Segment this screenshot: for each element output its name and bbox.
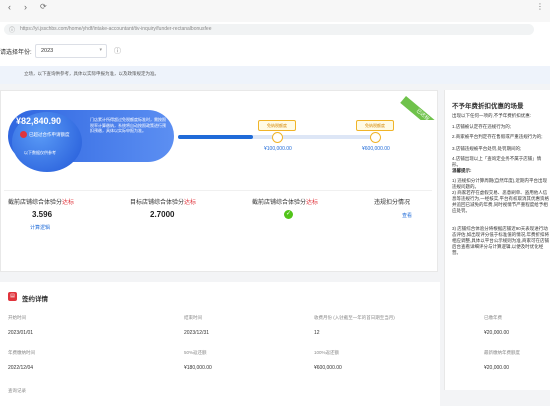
calc-logic-link[interactable]: 计算逻辑 [30, 224, 50, 231]
rules-title: 不予年费折扣优惠的场景 [452, 103, 524, 110]
rule-line: 3.店铺违规被平台处罚,处罚期间的; [452, 146, 522, 151]
note-line: 3) 店铺综合体验分将根据店铺近90天表现进行动态评估,如出现评分低于标准值的情… [452, 226, 549, 255]
metric-title-status: 达标 [62, 200, 75, 206]
metric-current-experience: 截前店铺综合体验分达标 [8, 197, 74, 206]
threshold-chip-1: 免纳税额度 [258, 120, 296, 131]
back-icon[interactable]: ‹ [8, 2, 11, 12]
browser-tabbar [0, 0, 550, 22]
note-line: 2) 商家若存在虚假交易、恶意刷单、盗用他人信息等违规行为,一经核实,平台有权取… [452, 190, 549, 213]
view-violations-link[interactable]: 查看 [402, 212, 412, 219]
metric-title: 截前店铺综合体验分 [8, 200, 63, 206]
rule-line: 2.商家被平台判定存在售假或严重违规行为的; [452, 134, 543, 139]
contract-label: 开始时间 [8, 315, 26, 320]
url-text: https://yi.jsschbs.com/home/yhdf/intake-… [20, 26, 212, 32]
metric-title-status: 达标 [306, 200, 319, 206]
note-line: 1) 违规扣分计算周期(自然年度),近期内平台出现违规问题的。 [452, 178, 547, 189]
refresh-icon[interactable]: ⟳ [40, 2, 47, 11]
contract-label: 已缴年费 [484, 315, 502, 320]
contract-label: 结束时间 [184, 315, 202, 320]
contract-value: 2022/12/04 [8, 365, 34, 371]
summary-description: 门店累计所得超过免税额度标准时，需按照税率计算缴纳，系统将自动按照政策进行预扣预… [90, 117, 166, 133]
notice-text: 立场，以下查询供参考，具体以实际申报为准，以及政策规定为准。 [24, 71, 159, 76]
contract-details-card [0, 282, 440, 406]
rule-line: 1.店铺被认定存在违规行为的; [452, 124, 512, 129]
contract-value: ¥600,000.00 [314, 365, 342, 371]
metric-violations: 违规扣分情况 [374, 197, 410, 206]
contract-label: 50%返还额 [184, 350, 207, 355]
contract-label: 收费月份 (入驻截至一年的首日期至当月) [314, 315, 395, 320]
threshold-value-1: ¥100,000.00 [264, 146, 292, 152]
metric-result: 截前店铺综合体验分达标 [252, 197, 318, 206]
contract-value: 2023/12/31 [184, 330, 210, 336]
chevron-down-icon: ▾ [99, 47, 102, 53]
contract-title: 签约详情 [22, 296, 48, 303]
total-amount: ¥82,840.90 [16, 116, 62, 126]
year-filter-label: 请选择年份: [0, 50, 32, 56]
contract-label: 年费缴纳时间 [8, 350, 35, 355]
small-note: 以下数据仅供参考 [24, 150, 56, 155]
info-icon[interactable]: ⓘ [114, 46, 121, 56]
threshold-chip-2: 免纳税额度 [356, 120, 394, 131]
rule-line: 出现以下任何一项的,不予年费折扣优惠: [452, 113, 531, 118]
contract-value: 12 [314, 330, 320, 336]
browser-menu-icon[interactable]: ⋮ [536, 2, 544, 11]
threshold-marker-2 [370, 132, 381, 143]
card-divider [4, 190, 432, 191]
metric-target-experience: 目标店铺综合体验分达标 [130, 197, 196, 206]
metric-value: 2.7000 [150, 210, 175, 219]
status-ribbon: 已达标 [400, 90, 436, 120]
alert-dot-icon [20, 131, 27, 138]
contract-label: 最新缴纳年费额度 [484, 350, 520, 355]
contract-label: 100%返还额 [314, 350, 340, 355]
contract-value: 2023/01/01 [8, 330, 34, 336]
contract-icon: ▤ [8, 292, 17, 301]
year-select[interactable]: 2023 ▾ [35, 44, 107, 58]
year-select-value: 2023 [41, 48, 54, 54]
query-records-link[interactable]: 查询记录 [8, 388, 26, 394]
status-ribbon-text: 已达标 [400, 96, 436, 120]
contract-value: ¥20,000.00 [484, 365, 510, 371]
metric-title: 违规扣分情况 [374, 200, 411, 206]
forward-icon[interactable]: › [24, 2, 27, 12]
metric-title-status: 达标 [184, 200, 197, 206]
progress-fill [178, 135, 253, 139]
threshold-marker-1 [272, 132, 283, 143]
metric-title: 截前店铺综合体验分 [252, 200, 307, 206]
metric-title: 目标店铺综合体验分 [130, 200, 185, 206]
rule-line: 4.店铺出现以上「查询定业务不属于店铺」情形。 [452, 156, 542, 167]
amount-subtext: 已超过合作申请额度 [29, 132, 70, 137]
lock-icon: ⓘ [9, 28, 16, 34]
check-icon: ✓ [284, 210, 293, 219]
threshold-value-2: ¥600,000.00 [362, 146, 390, 152]
metric-value: 3.596 [32, 210, 53, 219]
note-title: 温馨提示: [452, 168, 472, 173]
contract-value: ¥20,000.00 [484, 330, 510, 336]
contract-value: ¥180,000.00 [184, 365, 212, 371]
